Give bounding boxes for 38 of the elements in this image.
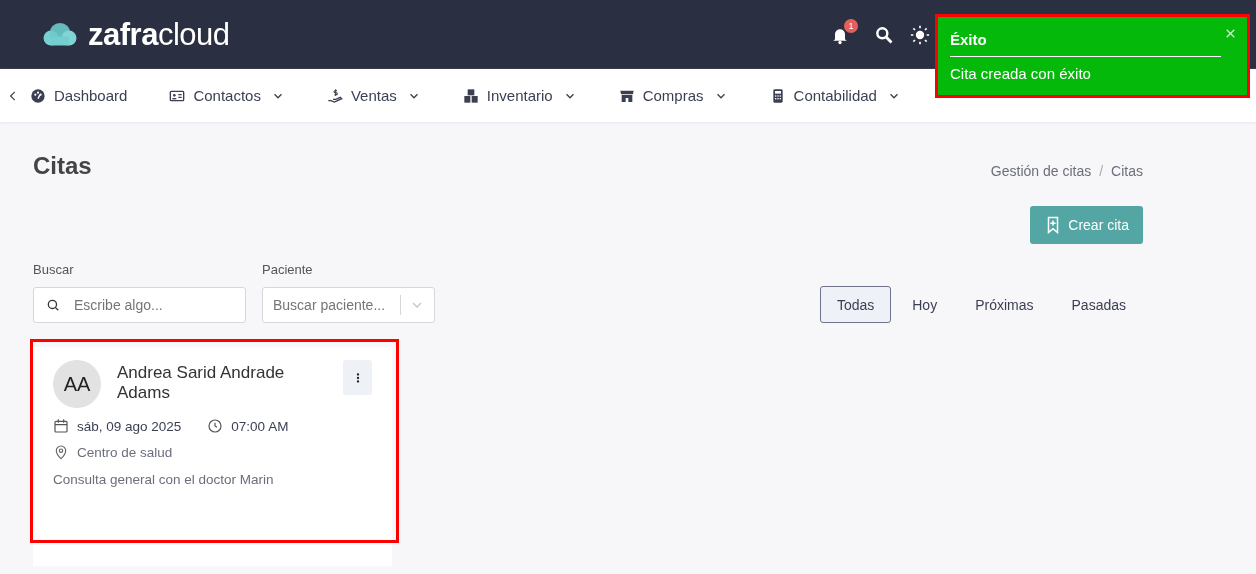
filter-tab[interactable]: Todas (819, 286, 892, 323)
appointment-time: 07:00 AM (231, 418, 289, 434)
filter-tab[interactable]: Pasadas (1054, 286, 1143, 323)
appointment-location: Centro de salud (77, 444, 173, 460)
nav-item[interactable]: Ventas (326, 87, 421, 104)
logo-text: zafracloud (88, 16, 230, 53)
avatar: AA (53, 360, 101, 408)
breadcrumb-separator: / (1099, 163, 1104, 179)
filter-tab[interactable]: Hoy (895, 286, 955, 323)
patient-name: Andrea Sarid Andrade Adams (117, 363, 286, 403)
close-icon (1224, 27, 1237, 40)
search-field[interactable]: Escribe algo... (33, 287, 246, 323)
clock-icon (207, 418, 224, 434)
field-label: Paciente (262, 262, 314, 277)
notification-badge: 1 (844, 18, 858, 33)
search-icon (46, 298, 60, 312)
dashboard-icon (30, 87, 46, 104)
toast-message: Cita creada con éxito (950, 65, 1092, 82)
breadcrumb-link[interactable]: Gestión de citas (990, 163, 1092, 179)
nav-item[interactable]: Inventario (462, 87, 577, 104)
filter-tab[interactable]: Próximas (958, 286, 1051, 323)
patient-select[interactable]: Buscar paciente... (262, 287, 435, 323)
nav-item[interactable]: Contactos (169, 87, 285, 104)
boxes-icon (462, 87, 479, 104)
toast-title: Éxito (950, 31, 987, 48)
field-label: Buscar (33, 262, 75, 277)
hand-money-icon (326, 87, 343, 104)
nav-item[interactable]: Contabilidad (769, 87, 901, 104)
calendar-icon (53, 418, 69, 434)
nav-item[interactable]: Compras (618, 87, 728, 104)
appointment-description: Consulta general con el doctor Marin (53, 472, 275, 487)
location-pin-icon (53, 444, 69, 460)
appointment-date: sáb, 09 ago 2025 (77, 418, 182, 434)
sun-icon[interactable] (910, 24, 930, 45)
page-title: Citas (33, 152, 92, 180)
breadcrumb-current: Citas (1111, 163, 1143, 179)
nav-item[interactable]: Dashboard (30, 87, 128, 104)
search-icon[interactable] (874, 24, 894, 45)
